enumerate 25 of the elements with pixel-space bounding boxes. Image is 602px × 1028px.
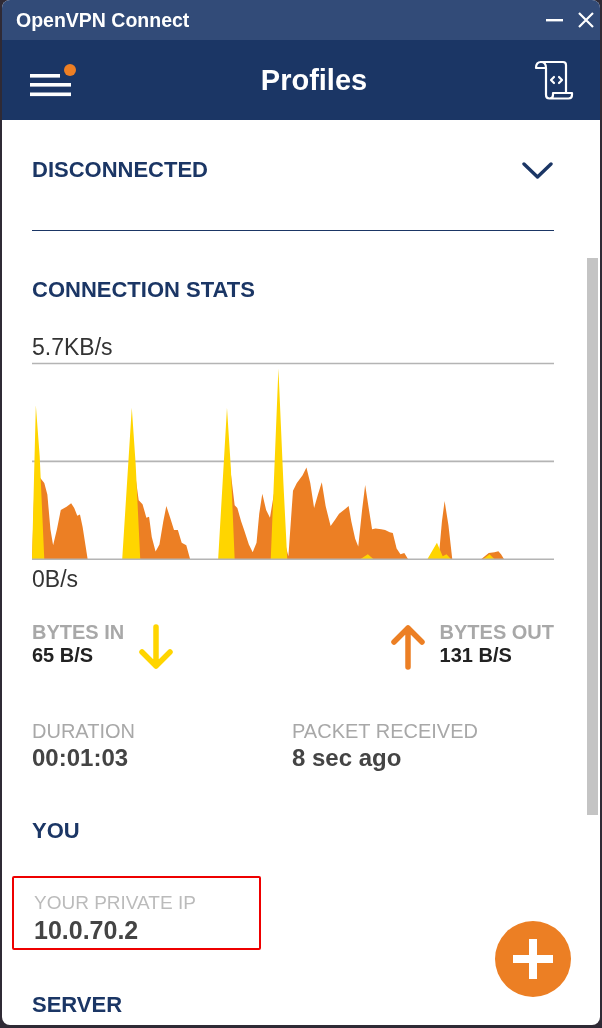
detail-label: PACKET RECEIVED: [292, 719, 479, 744]
close-icon[interactable]: [578, 12, 594, 28]
field-label: YOUR PRIVATE IP: [34, 891, 197, 915]
scroll-code-icon[interactable]: [534, 60, 574, 100]
minimize-icon[interactable]: [546, 18, 563, 22]
detail-value: 00:01:03: [32, 744, 130, 772]
page-title: Profiles: [260, 63, 368, 98]
rate-label: BYTES IN: [32, 621, 125, 643]
rate-label: BYTES OUT: [439, 621, 554, 643]
connection-status: DISCONNECTED: [32, 156, 208, 184]
menu-button[interactable]: [30, 63, 76, 97]
window-title: OpenVPN Connect: [16, 8, 190, 32]
graph-min-label: 0B/s: [32, 566, 80, 592]
scrollbar-thumb[interactable]: [587, 258, 598, 815]
field-value: 10.0.70.2: [34, 915, 140, 945]
chevron-down-icon[interactable]: [522, 161, 553, 179]
detail-label: DURATION: [32, 719, 136, 744]
plus-icon: [513, 939, 553, 979]
section-heading: YOU: [32, 817, 81, 845]
rate-value: 65 B/S: [32, 643, 95, 667]
detail-value: 8 sec ago: [292, 744, 403, 772]
section-heading: CONNECTION STATS: [32, 276, 256, 304]
section-heading: SERVER: [32, 991, 124, 1019]
rate-value: 131 B/S: [439, 643, 513, 667]
graph-max-label: 5.7KB/s: [32, 334, 114, 360]
